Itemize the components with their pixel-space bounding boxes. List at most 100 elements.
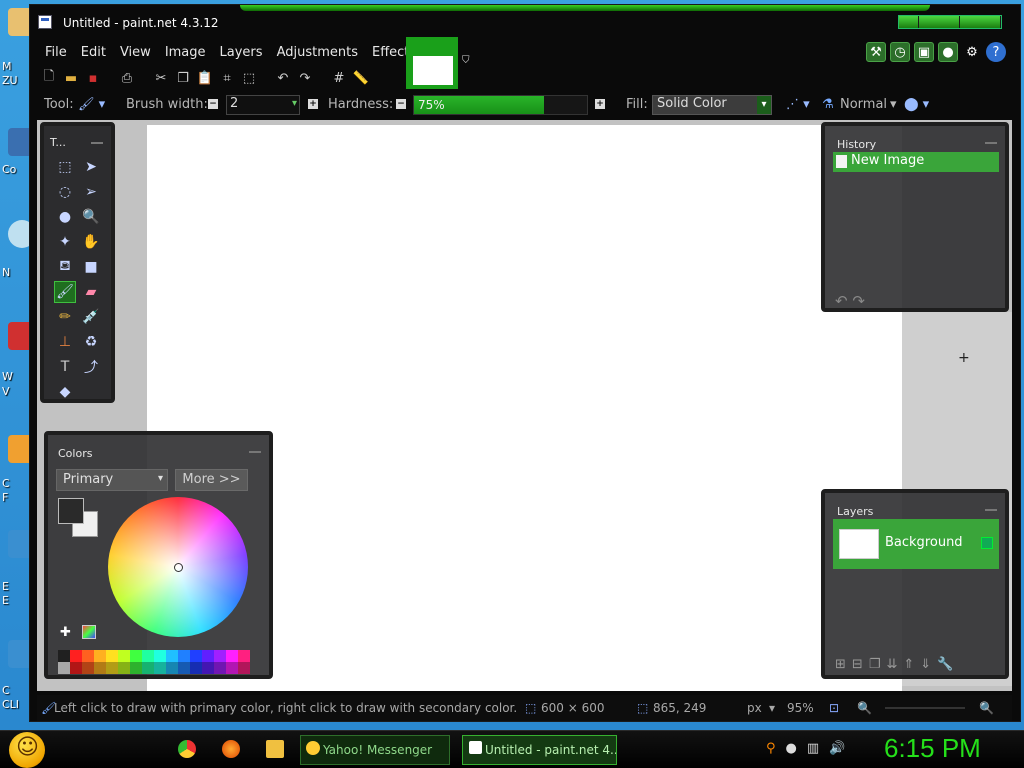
palette-swatch[interactable]	[154, 662, 166, 674]
cut-icon[interactable]: ✂	[152, 69, 170, 87]
palette-swatch[interactable]	[58, 662, 70, 674]
help-icon[interactable]: ?	[986, 42, 1006, 62]
more-colors-button[interactable]: More >>	[175, 469, 248, 491]
taskbar-paintnet[interactable]: Untitled - paint.net 4....	[462, 735, 617, 765]
paint-bucket-icon[interactable]: ⛾	[54, 256, 76, 278]
volume-icon[interactable]: 🔊	[829, 741, 845, 756]
palette-swatch[interactable]	[130, 650, 142, 662]
palette-swatch[interactable]	[118, 662, 130, 674]
ellipse-select-icon[interactable]: ●	[54, 206, 76, 228]
add-color-icon[interactable]: ✚	[60, 625, 74, 640]
history-window-toggle-icon[interactable]: ◷	[890, 42, 910, 62]
palette-swatch[interactable]	[190, 662, 202, 674]
crop-icon[interactable]: ⌗	[218, 69, 236, 87]
deselect-icon[interactable]: ⬚	[240, 69, 258, 87]
palette-swatch[interactable]	[226, 650, 238, 662]
messenger-status-icon[interactable]: ●	[786, 741, 797, 756]
chevron-down-icon[interactable]: ▾	[769, 701, 775, 715]
paintbrush-icon[interactable]: 🖌	[54, 281, 76, 303]
print-icon[interactable]: ⎙	[118, 69, 136, 87]
palette-swatch[interactable]	[166, 650, 178, 662]
fill-select[interactable]: Solid Color	[652, 95, 772, 115]
zoom-slider[interactable]	[885, 707, 965, 709]
eraser-icon[interactable]: ▰	[80, 281, 102, 303]
palette-swatch[interactable]	[106, 650, 118, 662]
palette-swatch[interactable]	[238, 662, 250, 674]
zoom-in-icon[interactable]: 🔍	[979, 701, 994, 715]
layer-properties-icon[interactable]: 🔧	[937, 657, 953, 672]
palette-swatch[interactable]	[70, 650, 82, 662]
menu-adjustments[interactable]: Adjustments	[270, 41, 365, 63]
brush-width-decrease-button[interactable]: −	[208, 99, 218, 109]
palette-swatch[interactable]	[202, 662, 214, 674]
palette-swatch[interactable]	[130, 662, 142, 674]
chevron-down-icon[interactable]: ⛉	[462, 55, 470, 66]
palette-swatch[interactable]	[94, 662, 106, 674]
palette-swatch[interactable]	[214, 662, 226, 674]
zoom-icon[interactable]: 🔍	[80, 206, 102, 228]
panel-minimize-button[interactable]	[249, 451, 261, 453]
palette-swatch[interactable]	[238, 650, 250, 662]
layers-window-toggle-icon[interactable]: ▣	[914, 42, 934, 62]
start-button[interactable]	[9, 732, 45, 768]
chevron-down-icon[interactable]: ▾	[890, 97, 897, 112]
file-explorer-icon[interactable]	[266, 740, 284, 758]
palette-swatch[interactable]	[82, 650, 94, 662]
redo-icon[interactable]: ↷	[296, 69, 314, 87]
window-controls[interactable]	[898, 15, 1002, 29]
maximize-button[interactable]	[919, 16, 960, 28]
panel-minimize-button[interactable]	[985, 142, 997, 144]
units-select[interactable]: px	[747, 701, 762, 715]
selection-mode-icon[interactable]: ⬤ ▾	[904, 97, 929, 112]
duplicate-layer-icon[interactable]: ❐	[869, 657, 881, 672]
clock[interactable]: 6:15 PM	[884, 733, 981, 764]
menu-layers[interactable]: Layers	[213, 41, 270, 63]
taskbar-yahoo-messenger[interactable]: Yahoo! Messenger	[300, 735, 450, 765]
palette-swatch[interactable]	[118, 650, 130, 662]
zoom-out-icon[interactable]: 🔍	[857, 701, 872, 715]
color-palette[interactable]	[58, 650, 250, 674]
panel-minimize-button[interactable]	[985, 509, 997, 511]
palette-swatch[interactable]	[58, 650, 70, 662]
hardness-decrease-button[interactable]: −	[396, 99, 406, 109]
menu-file[interactable]: File	[38, 41, 74, 63]
new-file-icon[interactable]: 🗋	[40, 69, 58, 87]
blend-mode-icon[interactable]: ⚗	[822, 97, 834, 112]
undo-redo-icon[interactable]: ↶ ↷	[835, 292, 865, 310]
palette-swatch[interactable]	[106, 662, 118, 674]
palette-swatch[interactable]	[142, 650, 154, 662]
rectangle-select-icon[interactable]: ⬚	[54, 156, 76, 178]
pan-hand-icon[interactable]: ✋	[80, 231, 102, 253]
recolor-icon[interactable]: ♻	[80, 331, 102, 353]
close-button[interactable]	[960, 16, 1001, 28]
ruler-icon[interactable]: 📏	[352, 69, 370, 87]
antialiasing-icon[interactable]: ⋰ ▾	[786, 97, 810, 112]
palette-icon[interactable]	[82, 625, 96, 639]
search-icon[interactable]: ⚲	[766, 741, 776, 756]
tools-window-toggle-icon[interactable]: ⚒	[866, 42, 886, 62]
brush-width-increase-button[interactable]: +	[308, 99, 318, 109]
text-icon[interactable]: T	[54, 356, 76, 378]
menu-view[interactable]: View	[113, 41, 158, 63]
palette-swatch[interactable]	[82, 662, 94, 674]
chrome-icon[interactable]	[178, 740, 196, 758]
settings-gear-icon[interactable]: ⚙	[962, 42, 982, 62]
line-curve-icon[interactable]: ⤴	[80, 356, 102, 378]
add-layer-icon[interactable]: ⊞	[835, 657, 846, 672]
layer-visibility-checkbox[interactable]	[981, 537, 993, 549]
menu-edit[interactable]: Edit	[74, 41, 113, 63]
move-selected-icon[interactable]: ➤	[80, 156, 102, 178]
move-layer-up-icon[interactable]: ⇑	[903, 657, 914, 672]
pencil-icon[interactable]: ✏	[54, 306, 76, 328]
hardness-slider[interactable]: 75%	[413, 95, 588, 115]
grid-icon[interactable]: #	[330, 69, 348, 87]
panel-minimize-button[interactable]	[91, 142, 103, 144]
palette-swatch[interactable]	[166, 662, 178, 674]
title-bar[interactable]: Untitled - paint.net 4.3.12	[30, 5, 1020, 39]
colors-window-toggle-icon[interactable]: ●	[938, 42, 958, 62]
image-thumbnail[interactable]	[413, 56, 453, 85]
delete-layer-icon[interactable]: ⊟	[852, 657, 863, 672]
shapes-icon[interactable]: ◆	[54, 381, 76, 403]
hardness-increase-button[interactable]: +	[595, 99, 605, 109]
move-layer-down-icon[interactable]: ⇓	[920, 657, 931, 672]
